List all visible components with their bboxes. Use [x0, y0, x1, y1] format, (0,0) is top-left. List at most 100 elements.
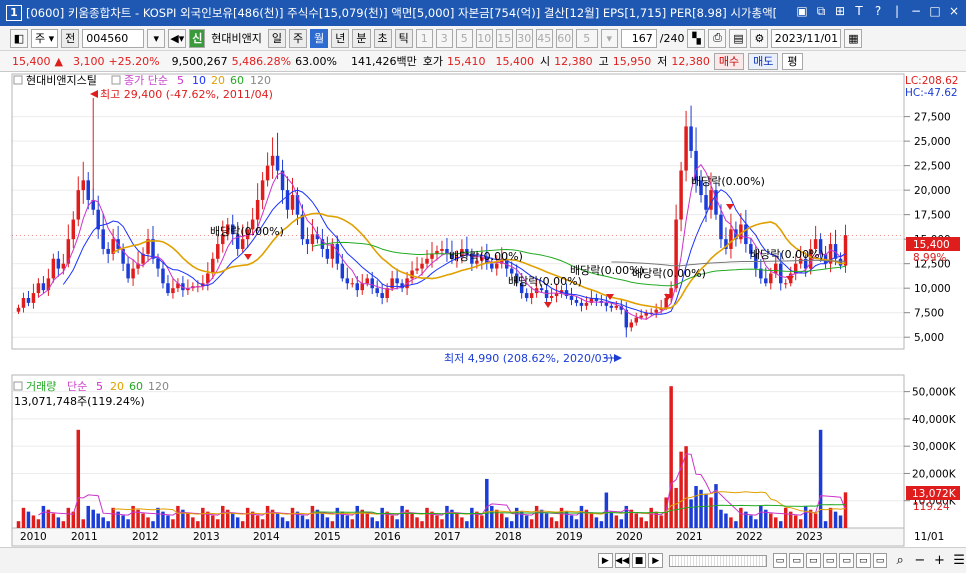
legend-toggle-icon-2[interactable]: [111, 75, 121, 85]
zoom-in-icon[interactable]: +: [933, 553, 947, 568]
scroll-slider[interactable]: [669, 554, 767, 567]
interval-60[interactable]: 60: [555, 28, 573, 48]
volume-bar: [111, 507, 115, 528]
interval-45[interactable]: 45: [535, 28, 553, 48]
window-font-icon[interactable]: T: [853, 4, 865, 19]
legend-stock-name: 현대비앤지스틸: [26, 74, 97, 87]
interval-15[interactable]: 15: [495, 28, 513, 48]
volume-bar: [529, 519, 534, 528]
interval-30[interactable]: 30: [515, 28, 533, 48]
tab-weekly[interactable]: 주: [289, 28, 308, 48]
stop-button[interactable]: ■: [631, 553, 647, 568]
volume-bar: [544, 513, 549, 528]
candle-body: [156, 258, 160, 269]
candle-body: [574, 299, 579, 303]
market-select[interactable]: 전: [61, 28, 80, 48]
tab-minute[interactable]: 분: [352, 28, 371, 48]
tab-tick[interactable]: 틱: [394, 28, 413, 48]
buy-button[interactable]: 매수: [713, 52, 745, 70]
view-option-icon-3[interactable]: ▭: [805, 553, 821, 568]
stock-code-input[interactable]: 004560: [82, 28, 145, 48]
candle-body: [509, 268, 514, 274]
help-icon[interactable]: ?: [872, 4, 884, 19]
evaluate-button[interactable]: 평: [782, 52, 803, 70]
zoom-search-icon[interactable]: ⌕: [893, 553, 907, 568]
period-select[interactable]: 주 ▾: [31, 28, 59, 48]
zoom-out-icon[interactable]: −: [913, 553, 927, 568]
view-option-icon-7[interactable]: ▭: [872, 553, 888, 568]
calendar-icon[interactable]: ▦: [844, 28, 863, 48]
view-option-icon-6[interactable]: ▭: [855, 553, 871, 568]
window-pin-icon[interactable]: ⊞: [834, 4, 846, 19]
minimize-button[interactable]: −: [910, 4, 922, 19]
candle-body: [260, 180, 265, 200]
scroll-prev-button[interactable]: ◀◀: [614, 553, 630, 568]
interval-dropdown-icon[interactable]: ▾: [600, 28, 618, 48]
window-link-icon[interactable]: ⧉: [815, 4, 827, 19]
chevron-down-icon[interactable]: ▾: [147, 28, 166, 48]
view-option-icon-5[interactable]: ▭: [839, 553, 854, 568]
volume-bar: [56, 517, 61, 528]
x-label-2021: 2021: [676, 531, 703, 543]
candle-body: [410, 270, 414, 279]
volume-legend-toggle-icon[interactable]: [13, 381, 23, 391]
stock-chart[interactable]: 27,50025,00022,50020,00017,50015,00012,5…: [0, 72, 966, 547]
volume-y-tick: 30,000K: [912, 441, 957, 453]
sell-button[interactable]: 매도: [748, 52, 779, 70]
legend-toggle-icon[interactable]: [13, 75, 23, 85]
interval-1[interactable]: 1: [415, 28, 433, 48]
volume-bar: [91, 509, 95, 528]
window-option-icon[interactable]: ▣: [796, 4, 808, 19]
volume-bar: [285, 521, 290, 528]
candle-body: [101, 229, 105, 249]
volume-bar: [619, 519, 624, 528]
volume-bar: [435, 515, 439, 528]
view-option-icon-1[interactable]: ▭: [772, 553, 788, 568]
count-total: /240: [659, 31, 685, 45]
volume-bar: [380, 507, 384, 528]
low-label: 저: [657, 55, 668, 68]
chart-area[interactable]: 27,50025,00022,50020,00017,50015,00012,5…: [0, 72, 966, 547]
tab-monthly[interactable]: 월: [310, 28, 329, 48]
sound-icon[interactable]: ◀▾: [168, 28, 187, 48]
maximize-button[interactable]: □: [929, 4, 941, 19]
volume-bar: [31, 515, 36, 528]
scroll-next-button[interactable]: ▶: [648, 553, 664, 568]
chart-settings-icon[interactable]: ▚: [687, 28, 706, 48]
view-option-icon-4[interactable]: ▭: [822, 553, 838, 568]
view-option-icon-2[interactable]: ▭: [789, 553, 804, 568]
stock-search-icon[interactable]: 신: [189, 28, 206, 48]
save-icon[interactable]: ▤: [729, 28, 748, 48]
candle-body: [549, 296, 554, 298]
candle-body: [216, 244, 220, 259]
price-legend: 현대비앤지스틸 종가 단순 5 10 20 60 120: [13, 74, 271, 87]
volume-bar: [734, 521, 738, 528]
tab-second[interactable]: 초: [373, 28, 392, 48]
tab-daily[interactable]: 일: [267, 28, 287, 48]
volume-bar: [579, 505, 584, 528]
date-input[interactable]: 2023/11/01: [771, 28, 842, 48]
layout-icon[interactable]: ◧: [10, 28, 28, 48]
gear-icon[interactable]: ⚙: [750, 28, 769, 48]
legend-ma60: 60: [230, 74, 244, 87]
volume-bar: [793, 515, 798, 528]
scroll-left-end-button[interactable]: ▶: [598, 553, 613, 568]
interval-input[interactable]: 5: [575, 28, 598, 48]
fit-icon[interactable]: ☰: [952, 553, 966, 568]
volume-bar: [554, 521, 559, 528]
candle-body: [255, 199, 260, 220]
window-number: 1: [6, 5, 22, 21]
interval-5[interactable]: 5: [455, 28, 473, 48]
print-icon[interactable]: ⎙: [708, 28, 727, 48]
tab-yearly[interactable]: 년: [331, 28, 350, 48]
close-button[interactable]: ×: [948, 4, 960, 19]
high-annotation: 최고 29,400 (-47.62%, 2011/04): [100, 88, 273, 101]
candle-body: [365, 278, 369, 284]
interval-3[interactable]: 3: [435, 28, 453, 48]
candle-body: [539, 288, 544, 291]
candle-body: [335, 244, 340, 264]
count-input[interactable]: 167: [620, 28, 657, 48]
volume-bar: [634, 513, 639, 528]
interval-10[interactable]: 10: [475, 28, 493, 48]
volume-bar: [186, 513, 190, 528]
